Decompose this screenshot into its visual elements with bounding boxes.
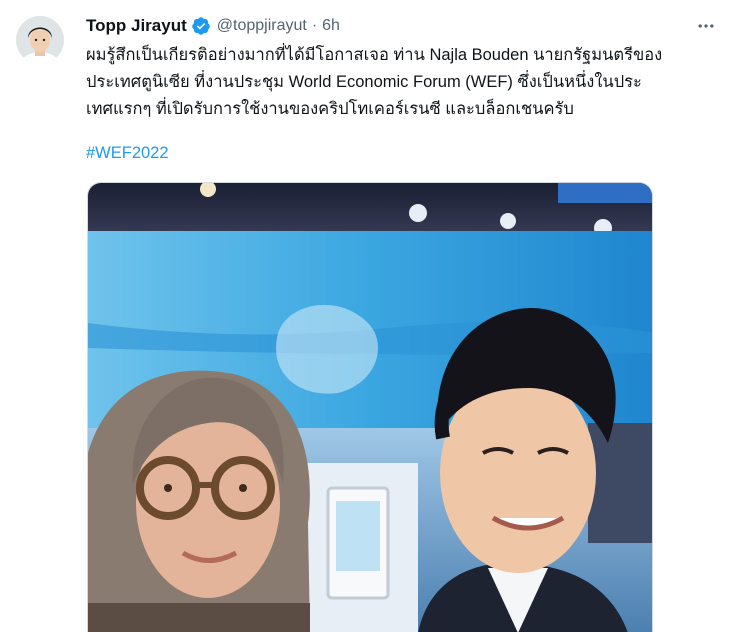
avatar[interactable] — [16, 16, 64, 64]
tweet-card[interactable]: Topp Jirayut @toppjirayut · 6h ผมรู้สึกเ… — [0, 0, 738, 632]
tweet-text-line: เทศแรกๆ ที่เปิดรับการใช้งานของคริปโทเคอร… — [86, 100, 574, 118]
tweet-photo[interactable] — [87, 182, 653, 632]
timestamp[interactable]: 6h — [322, 17, 340, 35]
display-name[interactable]: Topp Jirayut — [86, 16, 187, 36]
hashtag-link[interactable]: #WEF2022 — [86, 140, 169, 167]
handle[interactable]: @toppjirayut — [217, 17, 307, 35]
tweet-text-line: ประเทศตูนิเซีย ที่งานประชุม World Econom… — [86, 73, 642, 91]
separator-dot: · — [311, 17, 318, 34]
tweet-header: Topp Jirayut @toppjirayut · 6h — [86, 14, 340, 38]
tweet-text-line: ผมรู้สึกเป็นเกียรติอย่างมากที่ได้มีโอกาส… — [86, 46, 663, 64]
verified-badge-icon — [191, 16, 211, 36]
more-horizontal-icon[interactable] — [694, 14, 718, 38]
tweet-text: ผมรู้สึกเป็นเกียรติอย่างมากที่ได้มีโอกาส… — [86, 42, 722, 123]
